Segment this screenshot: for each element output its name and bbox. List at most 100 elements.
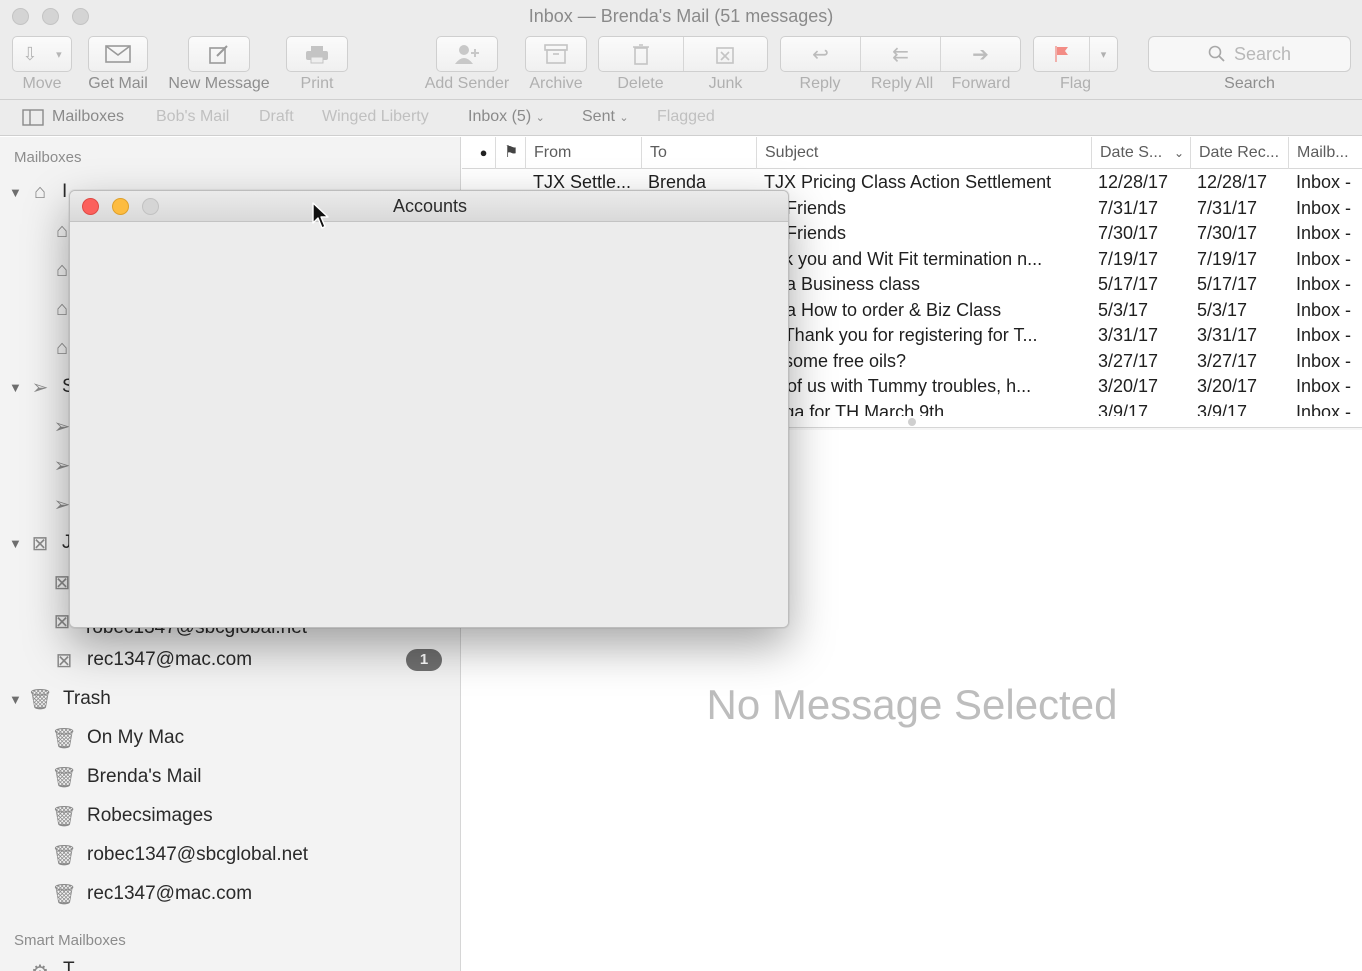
add-sender-button[interactable] bbox=[436, 36, 498, 72]
junk-icon: ⊠ bbox=[31, 532, 49, 555]
sidebar-item-trash-mac[interactable]: 🗑 rec1347@mac.com bbox=[0, 878, 460, 910]
message-subject-cell: d: Thank you for registering for T... bbox=[764, 325, 1038, 345]
add-sender-label: Add Sender bbox=[424, 75, 510, 92]
message-subject-cell: nt some free oils? bbox=[764, 350, 907, 371]
disclosure-triangle-icon[interactable]: ▼ bbox=[9, 692, 22, 707]
red-flag-icon bbox=[1054, 46, 1068, 62]
new-message-label: New Message bbox=[168, 75, 270, 92]
sidebar-item-junk-mac[interactable]: ⊠ rec1347@mac.com 1 bbox=[0, 644, 460, 676]
message-mailbox-cell: Inbox - bbox=[1296, 325, 1352, 345]
junk-label: Junk bbox=[708, 75, 743, 92]
message-date-received-cell: 7/31/17 bbox=[1197, 197, 1258, 218]
message-subject-cell: erra Business class bbox=[764, 274, 921, 294]
forward-button[interactable]: ➔ bbox=[941, 37, 1020, 71]
compose-icon bbox=[209, 45, 228, 64]
delete-button[interactable] bbox=[599, 37, 684, 71]
forward-label: Forward bbox=[951, 75, 1011, 92]
splitter-handle-icon[interactable] bbox=[908, 418, 916, 426]
forward-arrow-icon: ➔ bbox=[972, 43, 989, 66]
message-mailbox-cell: Inbox - bbox=[1296, 401, 1352, 417]
message-date-received-cell: 7/19/17 bbox=[1197, 248, 1258, 269]
search-input[interactable]: Search bbox=[1148, 36, 1351, 72]
trash-icon: 🗑 bbox=[27, 688, 53, 711]
mailboxes-toggle-button[interactable]: Mailboxes bbox=[22, 108, 124, 126]
column-subject[interactable]: Subject bbox=[756, 137, 1092, 169]
accounts-titlebar[interactable]: Accounts bbox=[70, 191, 788, 222]
favorite-bobs-mail[interactable]: Bob's Mail bbox=[156, 108, 229, 126]
reply-all-button[interactable]: ⇇ bbox=[861, 37, 941, 71]
main-toolbar: Inbox — Brenda's Mail (51 messages) ⇩ ▾ … bbox=[0, 0, 1362, 100]
message-mailbox-cell: Inbox - bbox=[1296, 223, 1352, 243]
flag-label: Flag bbox=[1059, 75, 1092, 92]
flag-menu-button[interactable]: ▾ bbox=[1090, 37, 1117, 71]
favorite-flagged[interactable]: Flagged bbox=[657, 108, 715, 126]
favorite-draft[interactable]: Draft bbox=[259, 108, 294, 126]
message-subject-cell: TJX Pricing Class Action Settlement bbox=[764, 172, 1052, 192]
favorite-inbox[interactable]: Inbox (5) ⌄ bbox=[468, 108, 545, 126]
sidebar-item-trash[interactable]: ▼ 🗑 Trash bbox=[0, 683, 460, 715]
accounts-title: Accounts bbox=[392, 196, 468, 216]
reply-button[interactable]: ↩ bbox=[781, 37, 861, 71]
disclosure-triangle-icon[interactable]: ▼ bbox=[9, 185, 22, 200]
reply-all-arrow-icon: ⇇ bbox=[892, 43, 909, 66]
message-date-sent-cell: 3/20/17 bbox=[1098, 376, 1159, 396]
message-date-sent-cell: 7/31/17 bbox=[1098, 197, 1159, 218]
message-mailbox-cell: Inbox - bbox=[1296, 197, 1352, 218]
favorite-inbox-label: Inbox (5) bbox=[468, 108, 532, 125]
trash-icon: 🗑 bbox=[51, 727, 77, 750]
sidebar-item-label: Trash bbox=[63, 688, 111, 709]
unread-count-badge: 1 bbox=[406, 649, 442, 671]
search-placeholder: Search bbox=[1233, 43, 1292, 64]
envelope-icon bbox=[105, 45, 131, 63]
move-button[interactable]: ⇩ ▾ bbox=[12, 36, 72, 72]
column-date-received[interactable]: Date Rec... bbox=[1190, 137, 1289, 169]
favorite-sent[interactable]: Sent ⌄ bbox=[582, 108, 629, 126]
message-mailbox-cell: Inbox - bbox=[1296, 172, 1352, 192]
message-date-sent-cell: 12/28/17 bbox=[1098, 172, 1169, 192]
column-from[interactable]: From bbox=[525, 137, 641, 169]
sidebar-item-smart[interactable]: ⚙ T bbox=[0, 955, 460, 971]
message-date-received-cell: 12/28/17 bbox=[1197, 172, 1268, 192]
sidebar-item-trash-brendas-mail[interactable]: 🗑 Brenda's Mail bbox=[0, 761, 460, 793]
trash-icon: 🗑 bbox=[51, 844, 77, 867]
message-list-header: ● ⚑ From To Subject Date S... ⌄ Date Rec.… bbox=[462, 137, 1362, 169]
search-label: Search bbox=[1224, 75, 1275, 92]
archive-button[interactable] bbox=[525, 36, 587, 72]
message-date-received-cell: 5/3/17 bbox=[1197, 299, 1248, 320]
reply-label: Reply bbox=[799, 75, 841, 92]
get-mail-button[interactable] bbox=[88, 36, 148, 72]
search-icon bbox=[1208, 45, 1225, 62]
sidebar-item-label: I bbox=[62, 181, 68, 202]
disclosure-triangle-icon[interactable]: ▼ bbox=[9, 380, 22, 395]
inbox-tray-icon: ⌂ bbox=[33, 180, 47, 203]
sidebar-item-trash-on-my-mac[interactable]: 🗑 On My Mac bbox=[0, 722, 460, 754]
column-mailbox[interactable]: Mailb... bbox=[1288, 137, 1362, 169]
favorite-winged-liberty[interactable]: Winged Liberty bbox=[322, 108, 429, 126]
junk-button[interactable] bbox=[684, 37, 768, 71]
mouse-cursor-icon bbox=[312, 202, 329, 229]
message-date-received-cell: 3/20/17 bbox=[1197, 376, 1258, 396]
accounts-content bbox=[70, 222, 788, 627]
sidebar-item-trash-sbcglobal[interactable]: 🗑 robec1347@sbcglobal.net bbox=[0, 839, 460, 871]
column-date-sent[interactable]: Date S... ⌄ bbox=[1091, 137, 1190, 169]
accounts-window[interactable]: Accounts bbox=[69, 190, 789, 628]
trash-icon: 🗑 bbox=[51, 883, 77, 906]
print-button[interactable] bbox=[286, 36, 348, 72]
column-flag[interactable]: ⚑ bbox=[495, 137, 527, 169]
sidebar-item-label: On My Mac bbox=[87, 727, 185, 748]
sidebar-item-trash-robecsimages[interactable]: 🗑 Robecsimages bbox=[0, 800, 460, 832]
disclosure-triangle-icon[interactable]: ▼ bbox=[9, 536, 22, 551]
mailboxes-header: Mailboxes bbox=[14, 149, 82, 166]
column-unread[interactable]: ● bbox=[462, 137, 495, 169]
message-mailbox-cell: Inbox - bbox=[1296, 299, 1352, 320]
reply-arrow-icon: ↩ bbox=[812, 43, 829, 66]
archive-box-icon bbox=[544, 44, 568, 64]
trash-icon bbox=[632, 44, 649, 65]
message-date-sent-cell: 3/9/17 bbox=[1098, 401, 1149, 417]
flag-button[interactable] bbox=[1034, 37, 1090, 71]
column-to[interactable]: To bbox=[641, 137, 757, 169]
new-message-button[interactable] bbox=[188, 36, 250, 72]
message-subject-cell: Hi Friends bbox=[764, 223, 847, 243]
sidebar-item-label: T bbox=[63, 959, 75, 971]
junk-icon: ⊠ bbox=[55, 649, 73, 672]
